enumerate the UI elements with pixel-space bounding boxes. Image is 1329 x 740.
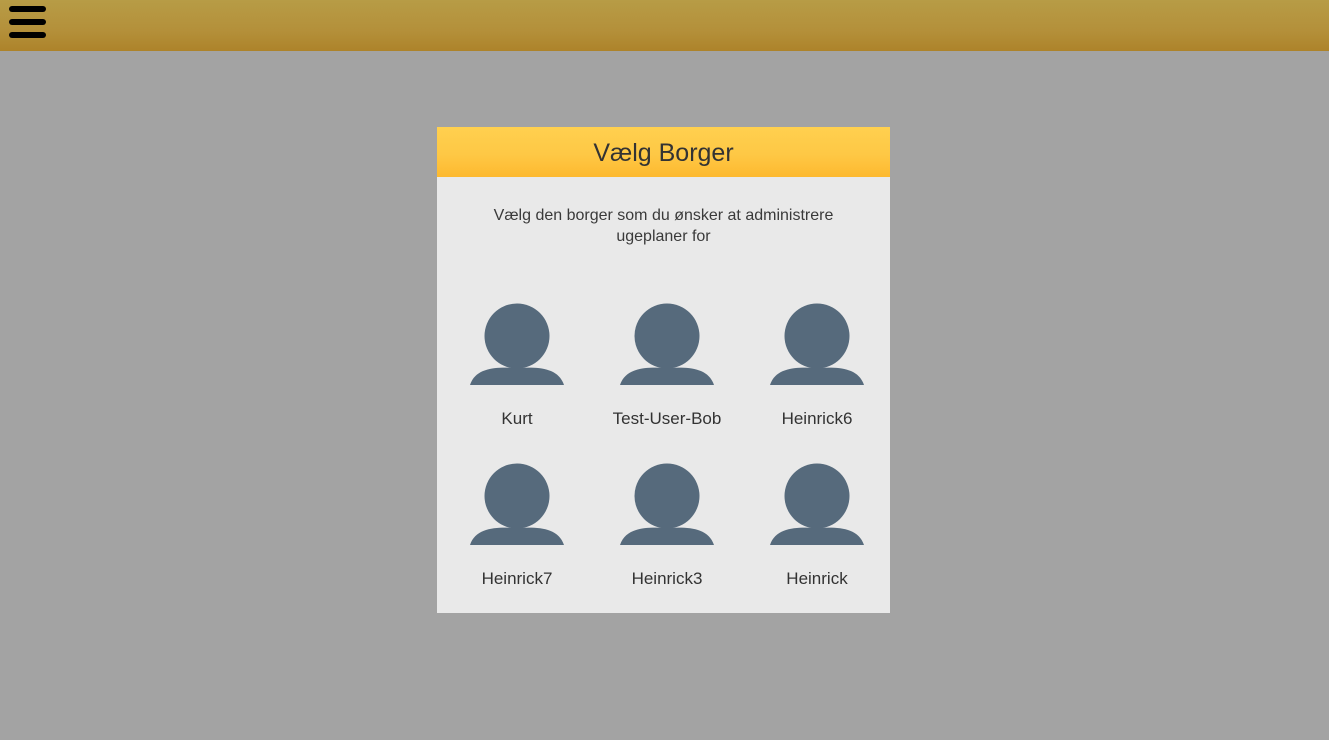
person-silhouette-icon xyxy=(770,463,864,545)
user-name: Heinrick xyxy=(786,569,848,588)
menu-line xyxy=(9,19,46,25)
person-silhouette-icon xyxy=(770,303,864,385)
hamburger-menu-icon[interactable] xyxy=(9,5,46,40)
user-name: Heinrick7 xyxy=(481,569,553,588)
user-name: Test-User-Bob xyxy=(612,409,722,428)
person-silhouette-icon xyxy=(470,303,564,385)
dialog-title: Vælg Borger xyxy=(437,127,890,177)
user-tile-kurt[interactable]: Kurt xyxy=(442,299,592,449)
person-silhouette-icon xyxy=(620,463,714,545)
user-tile-heinrick[interactable]: Heinrick xyxy=(742,459,892,609)
dialog-subtitle: Vælg den borger som du ønsker at adminis… xyxy=(493,207,834,245)
user-name: Kurt xyxy=(501,409,533,428)
menu-line xyxy=(9,32,46,38)
user-tile-heinrick7[interactable]: Heinrick7 xyxy=(442,459,592,609)
user-tile-heinrick3[interactable]: Heinrick3 xyxy=(592,459,742,609)
user-name: Heinrick6 xyxy=(781,409,853,428)
select-citizen-dialog: Vælg Borger Vælg den borger som du ønske… xyxy=(437,127,890,613)
user-tile-heinrick6[interactable]: Heinrick6 xyxy=(742,299,892,449)
user-name: Heinrick3 xyxy=(631,569,703,588)
person-silhouette-icon xyxy=(620,303,714,385)
person-silhouette-icon xyxy=(470,463,564,545)
menu-line xyxy=(9,6,46,12)
user-tile-test-user-bob[interactable]: Test-User-Bob xyxy=(592,299,742,449)
top-bar xyxy=(0,0,1329,51)
